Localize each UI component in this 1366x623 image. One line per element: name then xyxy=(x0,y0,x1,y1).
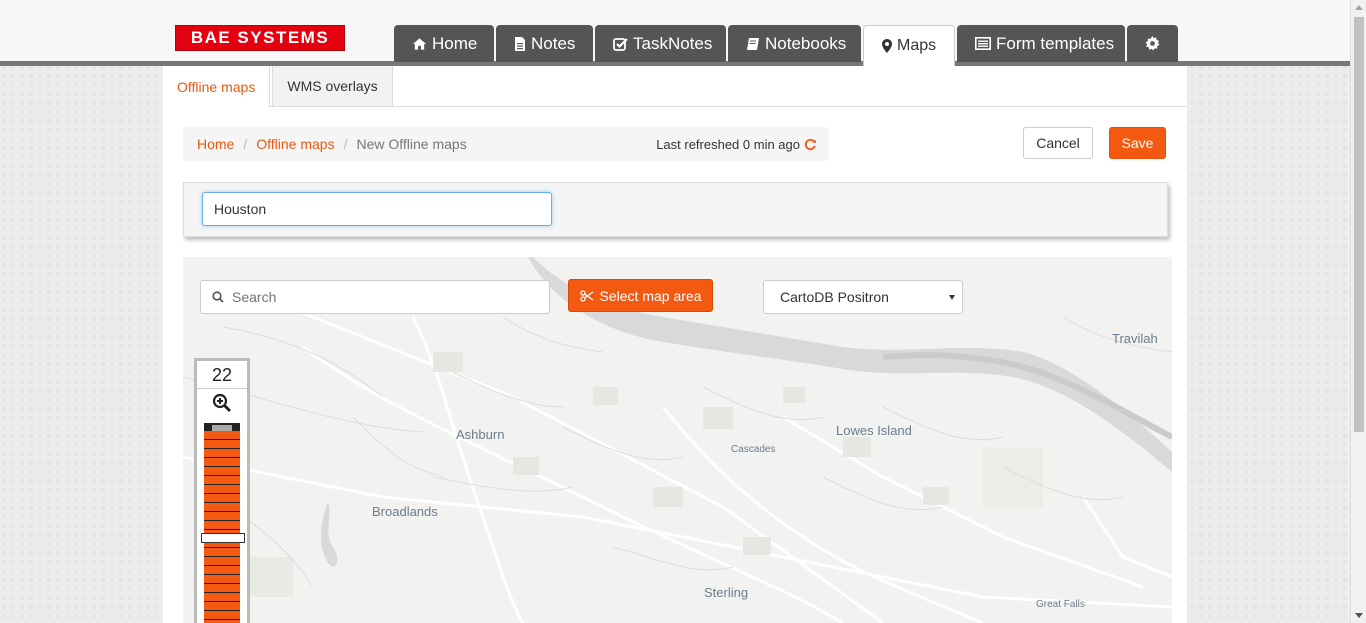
sub-tabs: Offline maps WMS overlays xyxy=(163,66,1187,107)
map-place-great-falls: Great Falls xyxy=(1036,599,1085,610)
main-panel: Offline maps WMS overlays Home / Offline… xyxy=(163,66,1187,623)
last-refreshed-text: Last refreshed 0 min ago xyxy=(656,136,800,152)
map-search-input[interactable] xyxy=(232,289,532,305)
zoom-control: 22 xyxy=(194,358,250,623)
zoom-slider-track[interactable] xyxy=(204,423,240,623)
tab-notebooks-label: Notebooks xyxy=(765,33,847,53)
book-icon xyxy=(746,37,760,51)
select-map-area-button[interactable]: Select map area xyxy=(568,279,713,312)
tab-form-templates[interactable]: Form templates xyxy=(957,25,1125,62)
breadcrumb-separator: / xyxy=(343,136,348,152)
save-button-label: Save xyxy=(1121,135,1154,151)
map-place-cascades: Cascades xyxy=(731,444,776,455)
tab-notes-label: Notes xyxy=(531,33,576,53)
tab-maps[interactable]: Maps xyxy=(863,25,955,66)
main-nav: Home Notes TaskNotes Notebooks Maps Form… xyxy=(394,25,1180,66)
tab-settings[interactable] xyxy=(1127,25,1178,62)
save-button[interactable]: Save xyxy=(1109,127,1166,159)
home-icon xyxy=(412,37,427,51)
breadcrumb: Home / Offline maps / New Offline maps L… xyxy=(183,127,829,161)
breadcrumb-offline-maps[interactable]: Offline maps xyxy=(256,136,334,152)
list-alt-icon xyxy=(975,37,991,50)
breadcrumb-current: New Offline maps xyxy=(356,136,467,152)
breadcrumb-separator: / xyxy=(243,136,248,152)
zoom-slider-handle[interactable] xyxy=(201,533,245,543)
tab-home-label: Home xyxy=(432,33,478,53)
file-text-icon xyxy=(514,36,526,51)
zoom-in-icon[interactable] xyxy=(212,393,232,413)
page-scrollbar[interactable] xyxy=(1350,0,1366,623)
tab-home[interactable]: Home xyxy=(394,25,494,62)
map-marker-icon xyxy=(882,39,892,53)
select-map-area-label: Select map area xyxy=(599,287,702,304)
tab-maps-label: Maps xyxy=(897,37,937,54)
map-search-box[interactable] xyxy=(200,280,550,314)
search-icon xyxy=(212,291,224,303)
subtab-offline-maps[interactable]: Offline maps xyxy=(163,66,271,107)
cancel-button-label: Cancel xyxy=(1036,135,1080,151)
scissors-icon xyxy=(579,289,594,302)
scroll-down-arrow-icon[interactable] xyxy=(1355,613,1363,618)
zoom-slider-top-mark xyxy=(212,425,232,431)
map-place-lowes-island: Lowes Island xyxy=(836,423,912,438)
subtab-wms-overlays[interactable]: WMS overlays xyxy=(272,66,393,106)
map-place-sterling: Sterling xyxy=(704,585,749,600)
scrollbar-thumb[interactable] xyxy=(1354,17,1364,432)
last-refreshed-status: Last refreshed 0 min ago xyxy=(656,127,817,161)
tab-tasknotes-label: TaskNotes xyxy=(633,33,713,53)
breadcrumb-home[interactable]: Home xyxy=(197,136,234,152)
tab-form-templates-label: Form templates xyxy=(996,33,1115,53)
map-place-ashburn: Ashburn xyxy=(456,427,505,442)
map-place-broadlands: Broadlands xyxy=(372,504,438,519)
map-layer-select[interactable]: CartoDB Positron xyxy=(763,280,963,314)
gear-icon xyxy=(1145,36,1160,51)
subtab-wms-overlays-label: WMS overlays xyxy=(287,78,378,94)
map-layer-selected: CartoDB Positron xyxy=(780,289,889,305)
bae-systems-logo[interactable]: BAE SYSTEMS xyxy=(175,25,345,51)
map-name-box xyxy=(183,182,1168,237)
tab-notebooks[interactable]: Notebooks xyxy=(728,25,861,62)
scroll-up-arrow-icon[interactable] xyxy=(1355,5,1363,10)
tab-tasknotes[interactable]: TaskNotes xyxy=(595,25,726,62)
check-square-icon xyxy=(613,37,628,51)
zoom-level-display: 22 xyxy=(197,363,247,389)
subtab-offline-maps-label: Offline maps xyxy=(177,78,256,95)
logo-text: BAE SYSTEMS xyxy=(190,28,330,47)
refresh-icon[interactable] xyxy=(804,138,817,151)
cancel-button[interactable]: Cancel xyxy=(1023,127,1093,159)
map-view[interactable]: Travilah Ashburn Lowes Island Cascades B… xyxy=(183,257,1172,623)
tab-notes[interactable]: Notes xyxy=(496,25,593,62)
map-place-travilah: Travilah xyxy=(1112,331,1158,346)
chevron-down-icon xyxy=(949,295,955,300)
map-name-input[interactable] xyxy=(202,192,552,226)
